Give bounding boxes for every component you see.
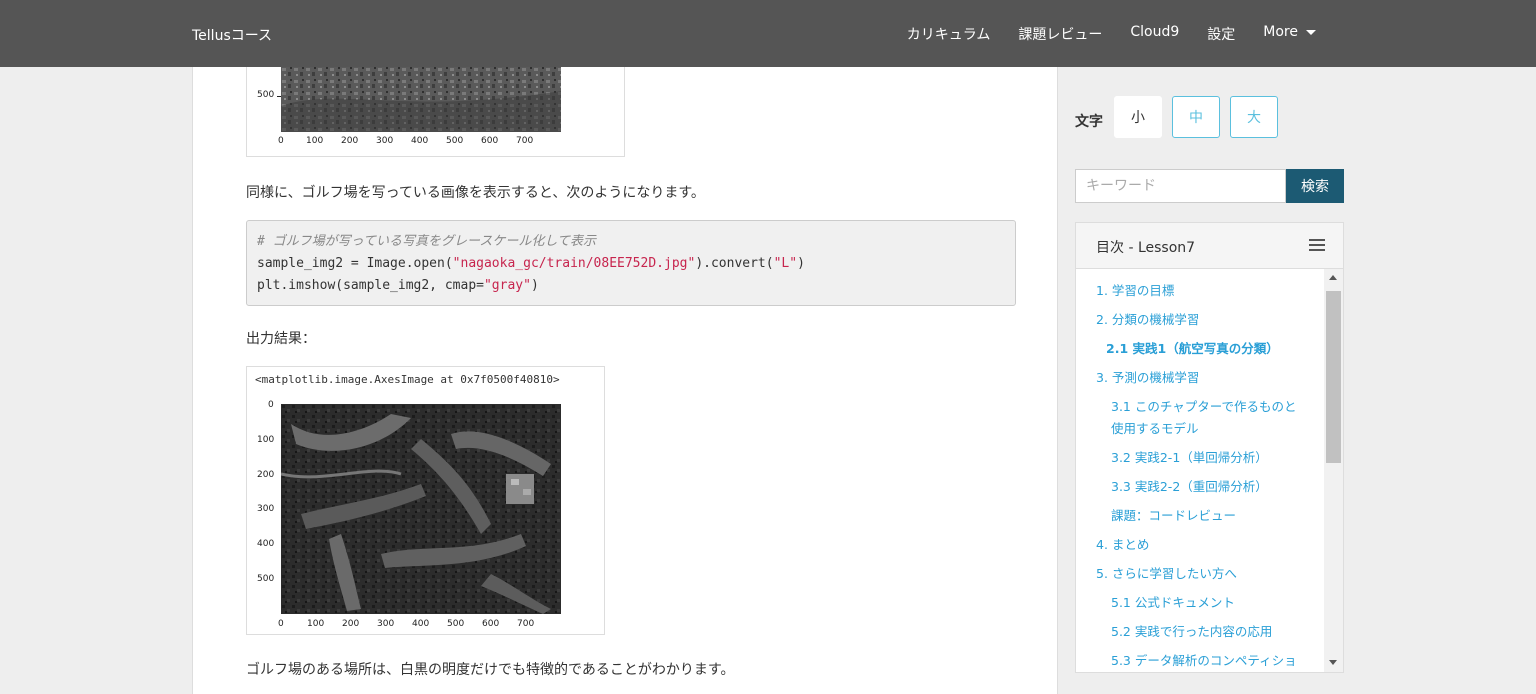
- aerial-image-top: [281, 66, 561, 132]
- toc-item[interactable]: 課題：コードレビュー: [1111, 505, 1236, 524]
- toc-item[interactable]: 4. まとめ: [1096, 534, 1149, 553]
- toc-item[interactable]: 2. 分類の機械学習: [1096, 309, 1199, 328]
- code-block: # ゴルフ場が写っている写真をグレースケール化して表示 sample_img2 …: [246, 220, 1016, 306]
- toc-item[interactable]: 3.1 このチャプターで作るものと: [1111, 396, 1296, 415]
- axes-image-repr: <matplotlib.image.AxesImage at 0x7f0500f…: [255, 373, 560, 386]
- xtick-label: 700: [517, 619, 535, 629]
- caret-down-icon: [1306, 29, 1316, 35]
- toc-item[interactable]: 使用するモデル: [1111, 418, 1199, 437]
- ytick-label: 200: [257, 470, 275, 480]
- xtick-label: 300: [377, 619, 395, 629]
- toc-item[interactable]: 3.2 実践2-1（単回帰分析）: [1111, 447, 1268, 466]
- xtick-label: 200: [341, 136, 359, 146]
- toc-item[interactable]: 1. 学習の目標: [1096, 280, 1174, 299]
- ytick-label: 500: [257, 574, 275, 584]
- output-label: 出力結果：: [246, 331, 316, 347]
- aerial-image-golf: [281, 404, 561, 614]
- nav-more-label: More: [1263, 24, 1298, 40]
- nav-more-dropdown[interactable]: More: [1263, 24, 1316, 44]
- code-string: "L": [773, 256, 798, 271]
- toc-item[interactable]: 5.2 実践で行った内容の応用: [1111, 621, 1272, 640]
- figure-output: <matplotlib.image.AxesImage at 0x7f0500f…: [246, 366, 605, 635]
- ytick-label: 500: [257, 90, 275, 100]
- scroll-up-icon[interactable]: [1329, 275, 1337, 280]
- nav-menu: カリキュラム 課題レビュー Cloud9 設定 More: [879, 24, 1316, 44]
- search-button[interactable]: 検索: [1286, 169, 1344, 203]
- paragraph-golf-intro: 同様に、ゴルフ場を写っている画像を表示すると、次のようになります。: [246, 185, 705, 201]
- main-content: 500 0 100 200 300 400 500 600 700 同様に、ゴル…: [192, 65, 1058, 694]
- toc-item[interactable]: 5.1 公式ドキュメント: [1111, 592, 1235, 611]
- toc-item-current[interactable]: 2.1 実践1（航空写真の分類）: [1106, 338, 1279, 357]
- code-string: "nagaoka_gc/train/08EE752D.jpg": [452, 256, 696, 271]
- table-of-contents: 目次 - Lesson7 1. 学習の目標 2. 分類の機械学習 2.1 実践1…: [1075, 222, 1344, 673]
- font-size-large-button[interactable]: 大: [1230, 96, 1278, 138]
- search-input[interactable]: キーワード: [1075, 169, 1286, 203]
- code-line-open: sample_img2 = Image.open("nagaoka_gc/tra…: [257, 253, 1015, 275]
- ytick-mark: [277, 96, 281, 97]
- xtick-label: 100: [306, 136, 324, 146]
- toc-item[interactable]: 3.3 実践2-2（重回帰分析）: [1111, 476, 1268, 495]
- code-comment: # ゴルフ場が写っている写真をグレースケール化して表示: [257, 234, 596, 249]
- scroll-thumb[interactable]: [1326, 291, 1341, 463]
- toc-header: 目次 - Lesson7: [1076, 223, 1343, 269]
- xtick-label: 400: [411, 136, 429, 146]
- code-token: ): [797, 256, 805, 271]
- menu-icon[interactable]: [1309, 239, 1325, 251]
- xtick-label: 100: [307, 619, 325, 629]
- nav-assignment-review[interactable]: 課題レビュー: [1018, 24, 1102, 44]
- scroll-down-icon[interactable]: [1329, 660, 1337, 665]
- toc-item[interactable]: 3. 予測の機械学習: [1096, 367, 1199, 386]
- toc-item[interactable]: 5.3 データ解析のコンペティショ: [1111, 650, 1297, 669]
- xtick-label: 500: [447, 619, 465, 629]
- xtick-label: 600: [481, 136, 499, 146]
- font-size-label: 文字: [1075, 114, 1103, 130]
- paragraph-golf-conclusion: ゴルフ場のある場所は、白黒の明度だけでも特徴的であることがわかります。: [246, 662, 735, 678]
- xtick-label: 0: [278, 136, 284, 146]
- code-line-imshow: plt.imshow(sample_img2, cmap="gray"): [257, 275, 1015, 297]
- font-size-medium-button[interactable]: 中: [1172, 96, 1220, 138]
- toc-title: 目次 - Lesson7: [1096, 240, 1196, 256]
- code-string: "gray": [483, 278, 531, 293]
- ytick-label: 100: [257, 435, 275, 445]
- nav-curriculum[interactable]: カリキュラム: [907, 24, 991, 44]
- figure-top: 500 0 100 200 300 400 500 600 700: [246, 65, 625, 157]
- toc-item[interactable]: 5. さらに学習したい方へ: [1096, 563, 1237, 582]
- xtick-label: 200: [342, 619, 360, 629]
- code-token: plt.imshow(sample_img2, cmap=: [257, 278, 484, 293]
- font-size-small-button[interactable]: 小: [1114, 96, 1162, 138]
- ytick-label: 0: [268, 400, 274, 410]
- xtick-label: 600: [482, 619, 500, 629]
- top-navbar: Tellusコース カリキュラム 課題レビュー Cloud9 設定 More: [0, 0, 1536, 67]
- brand-link[interactable]: Tellusコース: [192, 25, 272, 45]
- nav-cloud9[interactable]: Cloud9: [1130, 24, 1179, 44]
- nav-settings[interactable]: 設定: [1207, 24, 1235, 44]
- code-token: sample_img2 = Image.open(: [257, 256, 453, 271]
- xtick-label: 0: [278, 619, 284, 629]
- code-token: ).convert(: [695, 256, 774, 271]
- xtick-label: 400: [412, 619, 430, 629]
- ytick-label: 400: [257, 539, 275, 549]
- xtick-label: 700: [516, 136, 534, 146]
- code-token: ): [530, 278, 539, 293]
- xtick-label: 300: [376, 136, 394, 146]
- ytick-label: 300: [257, 504, 275, 514]
- toc-scrollbar[interactable]: [1324, 269, 1343, 672]
- xtick-label: 500: [446, 136, 464, 146]
